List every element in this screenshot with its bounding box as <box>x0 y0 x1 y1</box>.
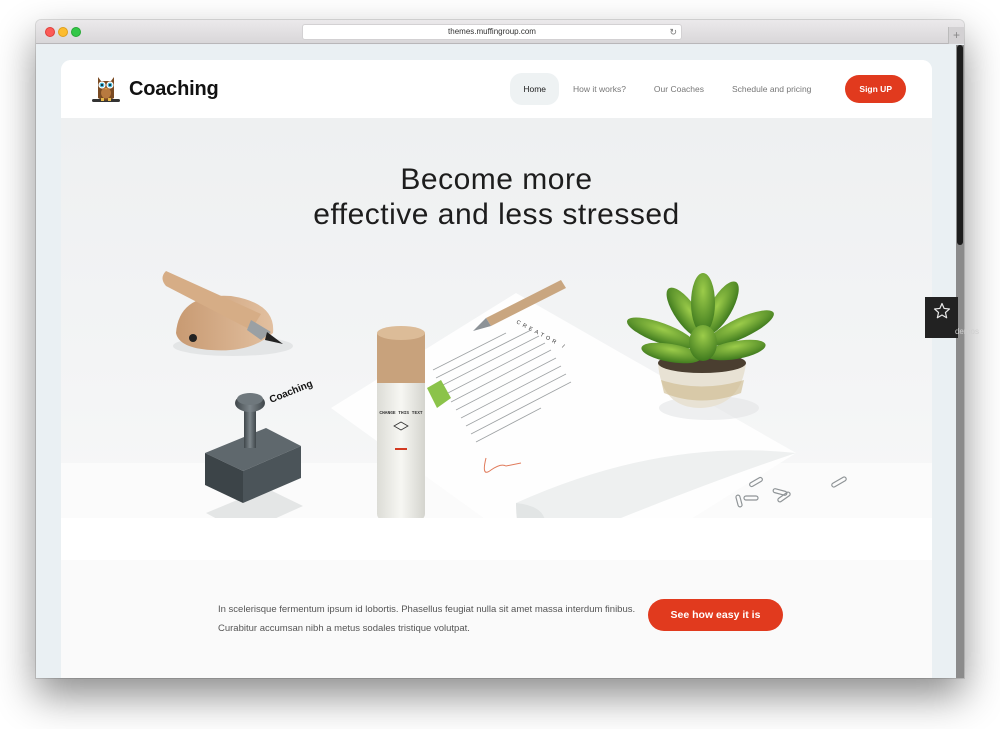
intro-text: In scelerisque fermentum ipsum id lobort… <box>218 600 638 638</box>
nav-our-coaches[interactable]: Our Coaches <box>640 73 718 105</box>
url-text: themes.muffingroup.com <box>448 27 536 36</box>
wooden-pencil-holder <box>162 271 293 356</box>
sign-up-button[interactable]: Sign UP <box>845 75 906 103</box>
scrollbar-thumb[interactable] <box>957 45 963 245</box>
browser-titlebar: themes.muffingroup.com ↻ + <box>36 20 964 44</box>
browser-window: themes.muffingroup.com ↻ + Coaching Home… <box>36 20 964 678</box>
page-scrollbar[interactable] <box>956 45 964 678</box>
minimize-window-button[interactable] <box>58 27 68 37</box>
site-container: Coaching Home How it works? Our Coaches … <box>61 60 932 678</box>
main-nav: Home How it works? Our Coaches Schedule … <box>510 73 906 105</box>
see-how-easy-button[interactable]: See how easy it is <box>648 599 783 631</box>
site-header: Coaching Home How it works? Our Coaches … <box>61 60 932 118</box>
hero-illustration: Coaching CREATOR / CHANGE THIS TEXT <box>162 271 847 518</box>
reload-icon[interactable]: ↻ <box>669 25 677 39</box>
tube-label: CHANGE THIS TEXT <box>379 410 423 416</box>
nav-how-it-works[interactable]: How it works? <box>559 73 640 105</box>
paper-clips <box>735 476 847 508</box>
logo[interactable]: Coaching <box>89 72 219 106</box>
hero-section: Become more effective and less stressed <box>61 118 932 518</box>
star-icon <box>933 302 950 319</box>
new-tab-button[interactable]: + <box>948 27 964 44</box>
intro-section: In scelerisque fermentum ipsum id lobort… <box>61 560 932 678</box>
rubber-stamp: Coaching <box>205 379 314 518</box>
brand-name: Coaching <box>129 77 219 100</box>
intro-line2: Curabitur accumsan nibh a metus sodales … <box>218 623 470 634</box>
demos-button[interactable]: demos <box>925 297 979 338</box>
nav-home[interactable]: Home <box>510 73 560 105</box>
intro-line1: In scelerisque fermentum ipsum id lobort… <box>218 604 636 615</box>
close-window-button[interactable] <box>45 27 55 37</box>
nav-schedule-pricing[interactable]: Schedule and pricing <box>718 73 825 105</box>
demos-label: demos <box>954 327 979 336</box>
stamp-text: Coaching <box>268 379 314 406</box>
page-viewport: Coaching Home How it works? Our Coaches … <box>36 45 956 678</box>
address-bar[interactable]: themes.muffingroup.com ↻ <box>302 24 682 40</box>
maximize-window-button[interactable] <box>71 27 81 37</box>
owl-logo-icon <box>92 77 120 102</box>
